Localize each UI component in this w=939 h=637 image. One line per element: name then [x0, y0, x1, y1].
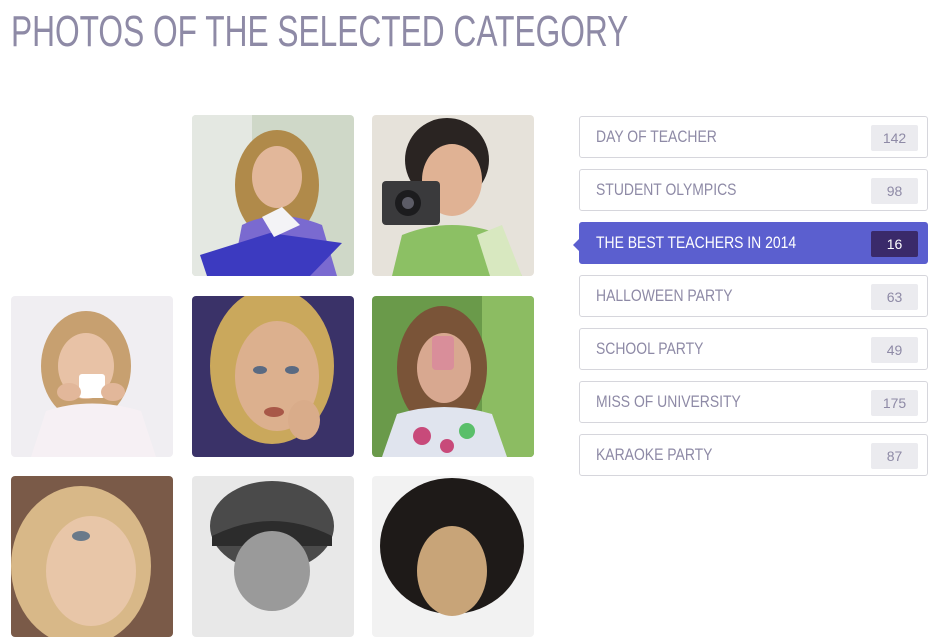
photo-thumbnail[interactable]	[372, 296, 534, 457]
photo-thumbnail[interactable]	[372, 115, 534, 276]
page-title: PHOTOS OF THE SELECTED CATEGORY	[11, 7, 629, 56]
category-item-best-teachers-2014[interactable]: THE BEST TEACHERS IN 2014 16	[573, 222, 928, 264]
photo-curly-hair	[372, 476, 534, 637]
photo-thumbnail[interactable]	[192, 296, 354, 457]
category-count-badge: 16	[871, 231, 918, 257]
photo-thumbnail[interactable]	[11, 296, 173, 457]
category-label: THE BEST TEACHERS IN 2014	[596, 233, 797, 252]
category-count-badge: 87	[871, 443, 918, 469]
photo-cap-person	[192, 476, 354, 637]
category-item-student-olympics[interactable]: STUDENT OLYMPICS 98	[579, 169, 928, 211]
photo-coffee-woman	[11, 296, 173, 457]
category-item-school-party[interactable]: SCHOOL PARTY 49	[579, 328, 928, 370]
photo-camera-woman	[372, 115, 534, 276]
category-count-badge: 63	[871, 284, 918, 310]
category-item-halloween-party[interactable]: HALLOWEEN PARTY 63	[579, 275, 928, 317]
photo-thumbnail[interactable]	[192, 115, 354, 276]
category-count-badge: 175	[871, 390, 918, 416]
category-item-karaoke-party[interactable]: KARAOKE PARTY 87	[579, 434, 928, 476]
category-label: MISS OF UNIVERSITY	[596, 392, 741, 411]
category-label: KARAOKE PARTY	[596, 445, 713, 464]
category-item-day-of-teacher[interactable]: DAY OF TEACHER 142	[579, 116, 928, 158]
photo-phone-woman	[372, 296, 534, 457]
category-label: HALLOWEEN PARTY	[596, 286, 733, 305]
category-item-miss-of-university[interactable]: MISS OF UNIVERSITY 175	[579, 381, 928, 423]
category-count-badge: 98	[871, 178, 918, 204]
photo-thumbnail[interactable]	[192, 476, 354, 637]
category-label: SCHOOL PARTY	[596, 339, 704, 358]
photo-blonde-woman	[192, 296, 354, 457]
category-count-badge: 142	[871, 125, 918, 151]
photo-thumbnail[interactable]	[11, 476, 173, 637]
category-list: DAY OF TEACHER 142 STUDENT OLYMPICS 98 T…	[573, 116, 928, 487]
category-label: STUDENT OLYMPICS	[596, 180, 737, 199]
photo-reading-woman	[192, 115, 354, 276]
category-count-badge: 49	[871, 337, 918, 363]
photo-thumbnail[interactable]	[372, 476, 534, 637]
category-label: DAY OF TEACHER	[596, 127, 717, 146]
photo-blonde-closeup	[11, 476, 173, 637]
